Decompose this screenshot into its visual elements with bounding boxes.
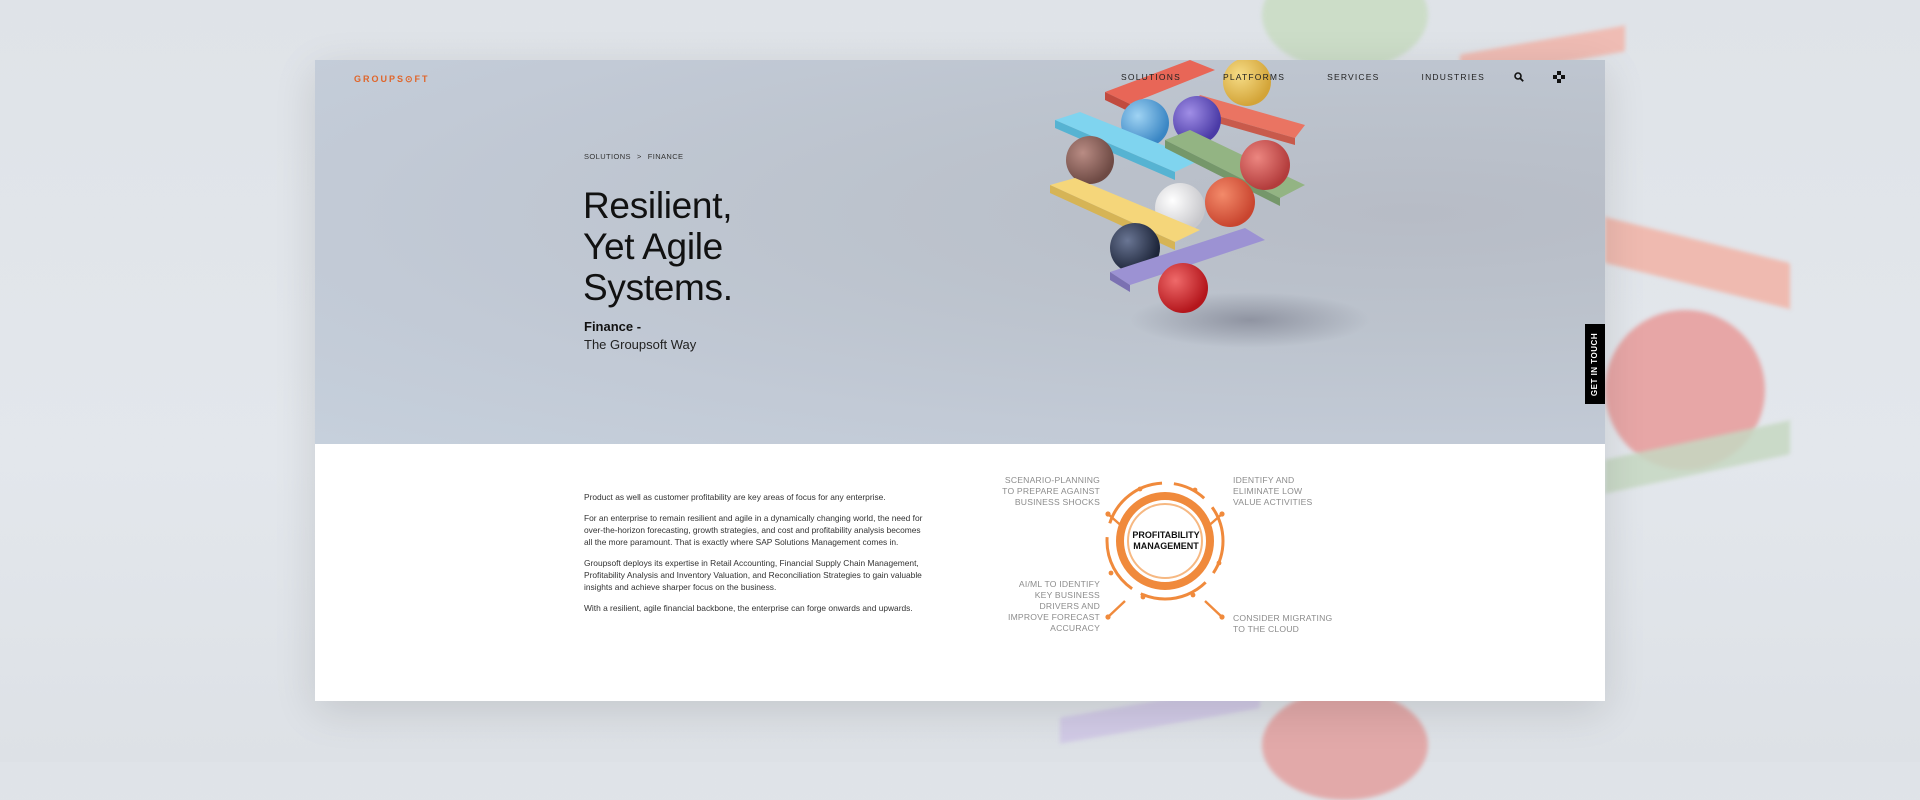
breadcrumb: SOLUTIONS > FINANCE — [584, 152, 683, 161]
paragraph-2: For an enterprise to remain resilient an… — [584, 513, 923, 547]
get-in-touch-button[interactable]: GET IN TOUCH — [1585, 324, 1605, 404]
profitability-diagram: PROFITABILITY MANAGEMENT SCENARIO-PLANNI… — [965, 475, 1365, 645]
hero-illustration — [1050, 60, 1370, 348]
breadcrumb-separator: > — [636, 152, 642, 161]
nav-item-services[interactable]: SERVICES — [1327, 72, 1379, 82]
label-ai-ml: AI/ML TO IDENTIFY KEY BUSINESS DRIVERS AND… — [1007, 579, 1100, 633]
nav-item-industries[interactable]: INDUSTRIES — [1422, 72, 1485, 82]
hero-subtitle-bold: Finance - — [584, 319, 642, 334]
bg-pink-slab — [1605, 216, 1790, 310]
search-icon[interactable] — [1513, 71, 1525, 83]
intro-text: Product as well as customer profitabilit… — [584, 491, 924, 623]
main-nav: SOLUTIONS PLATFORMS SERVICES INDUSTRIES — [1079, 71, 1565, 83]
paragraph-3: Groupsoft deploys its expertise in Retai… — [584, 558, 922, 592]
diagram-center-label: PROFITABILITY MANAGEMENT — [1122, 530, 1210, 552]
title-line-1: Resilient, — [583, 185, 733, 226]
bg-red-ball-bottom — [1262, 690, 1428, 800]
label-identify-eliminate: IDENTIFY AND ELIMINATE LOW VALUE ACTIVITIE… — [1233, 475, 1313, 507]
groupsoft-logo[interactable]: GROUPS⊙FT — [354, 74, 430, 85]
nav-item-solutions[interactable]: SOLUTIONS — [1121, 72, 1181, 82]
center-line-1: PROFITABILITY — [1132, 530, 1200, 540]
title-line-2: Yet Agile — [583, 226, 723, 267]
breadcrumb-solutions[interactable]: SOLUTIONS — [584, 152, 631, 161]
label-scenario-planning: SCENARIO-PLANNING TO PREPARE AGAINST BUSIN… — [1002, 475, 1100, 507]
title-line-3: Systems. — [583, 267, 733, 308]
browser-window: GROUPS⊙FT SOLUTIONS PLATFORMS SERVICES I… — [315, 60, 1605, 701]
grid-menu-icon[interactable] — [1553, 71, 1565, 83]
center-line-2: MANAGEMENT — [1133, 541, 1199, 551]
breadcrumb-finance[interactable]: FINANCE — [648, 152, 684, 161]
hero-subtitle: The Groupsoft Way — [584, 337, 697, 352]
paragraph-4: With a resilient, agile financial backbo… — [584, 603, 913, 613]
nav-item-platforms[interactable]: PLATFORMS — [1223, 72, 1285, 82]
paragraph-1: Product as well as customer profitabilit… — [584, 492, 886, 502]
page-title: Resilient, Yet Agile Systems. — [583, 185, 733, 308]
get-in-touch-label: GET IN TOUCH — [1590, 332, 1600, 396]
hero-section: GROUPS⊙FT SOLUTIONS PLATFORMS SERVICES I… — [315, 60, 1605, 444]
label-cloud-migration: CONSIDER MIGRATING TO THE CLOUD — [1233, 613, 1333, 634]
